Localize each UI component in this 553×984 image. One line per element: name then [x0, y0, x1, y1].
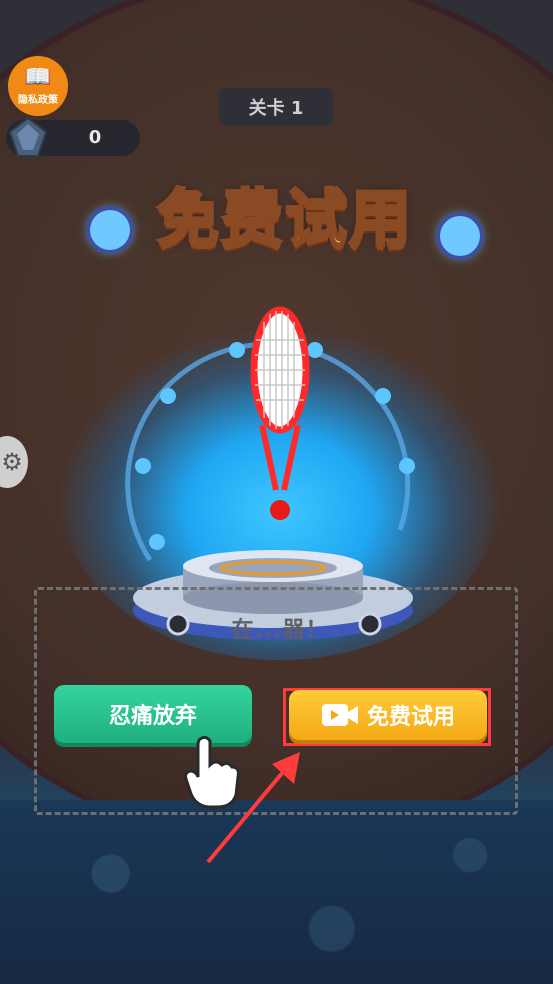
gem-counter: 0 [6, 116, 140, 157]
blue-orb-right [440, 216, 480, 256]
privacy-shield-book-icon: 📖 [24, 64, 52, 90]
privacy-policy-label: 隐私政策 [18, 94, 58, 106]
free-trial-label: 免费试用 [366, 705, 455, 730]
privacy-policy-button[interactable]: 📖 隐私政策 [8, 56, 68, 116]
level-indicator: 关卡 1 [219, 88, 333, 126]
pointer-arrow [206, 752, 300, 864]
popup-title: 免费试用 [155, 181, 413, 257]
video-camera-icon [321, 704, 358, 726]
gem-count: 0 [88, 127, 102, 148]
gem-icon [8, 116, 48, 157]
gear-icon: ⚙ [1, 448, 23, 476]
hint-text: 在...器！ [231, 618, 329, 643]
free-trial-button[interactable]: 免费试用 [289, 690, 487, 740]
blue-orb-left [90, 210, 130, 250]
tennis-racket-icon [250, 306, 310, 520]
